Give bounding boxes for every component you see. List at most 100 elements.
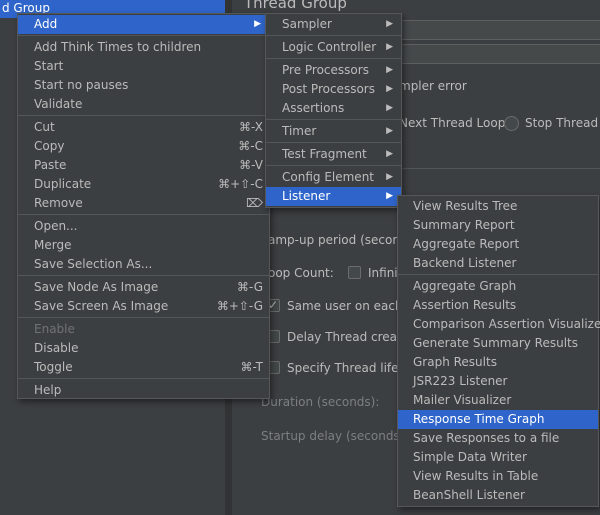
menu-item-duplicate[interactable]: Duplicate ⌘+⇧-C — [18, 175, 269, 194]
menu-item-label: Timer — [282, 124, 317, 138]
menu-item-add-think-times[interactable]: Add Think Times to children — [18, 38, 269, 57]
chevron-right-icon: ▶ — [386, 84, 393, 94]
listener-menu-item[interactable]: View Results in Table — [398, 467, 598, 486]
menu-item-label: Validate — [34, 97, 83, 111]
chevron-right-icon: ▶ — [386, 126, 393, 136]
menu-item-paste[interactable]: Paste ⌘-V — [18, 156, 269, 175]
menu-item-validate[interactable]: Validate — [18, 95, 269, 114]
menu-item-label: View Results in Table — [413, 469, 539, 483]
listener-menu-item[interactable]: BeanShell Listener — [398, 486, 598, 505]
menu-item-open[interactable]: Open... — [18, 217, 269, 236]
infinite-checkbox[interactable] — [348, 266, 361, 279]
comments-field[interactable] — [400, 44, 600, 64]
menu-item-label: View Results Tree — [413, 199, 518, 213]
menu-item-label: Save Screen As Image — [34, 299, 169, 313]
menu-item-cut[interactable]: Cut ⌘-X — [18, 118, 269, 137]
listener-menu-item[interactable]: Response Time Graph — [398, 410, 598, 429]
menu-separator — [398, 274, 598, 275]
listener-menu-item[interactable]: Save Responses to a file — [398, 429, 598, 448]
rampup-label: amp-up period (seconds — [268, 233, 414, 247]
menu-item-assertions[interactable]: Assertions ▶ — [266, 99, 401, 118]
menu-item-add[interactable]: Add ▶ — [18, 15, 269, 34]
listener-menu-item[interactable]: Comparison Assertion Visualizer — [398, 315, 600, 334]
shortcut-label: ⌘-V — [239, 158, 263, 172]
menu-item-remove[interactable]: Remove ⌦ — [18, 194, 269, 213]
menu-item-post-processors[interactable]: Post Processors ▶ — [266, 80, 401, 99]
menu-separator — [18, 35, 269, 36]
menu-item-label: Remove — [34, 196, 83, 210]
menu-item-label: Sampler — [282, 17, 332, 31]
listener-menu-item[interactable]: View Results Tree — [398, 197, 598, 216]
specify-lifetime-label: Specify Thread lifetin — [287, 361, 415, 375]
listener-menu-item[interactable]: Summary Report — [398, 216, 598, 235]
stop-thread-radio[interactable] — [504, 116, 519, 131]
chevron-right-icon: ▶ — [254, 19, 261, 29]
menu-item-sampler[interactable]: Sampler ▶ — [266, 15, 401, 34]
menu-separator — [266, 165, 401, 166]
menu-separator — [18, 115, 269, 116]
menu-item-pre-processors[interactable]: Pre Processors ▶ — [266, 61, 401, 80]
menu-item-merge[interactable]: Merge — [18, 236, 269, 255]
menu-item-label: Paste — [34, 158, 67, 172]
menu-item-label: Save Selection As... — [34, 257, 153, 271]
menu-item-label: Comparison Assertion Visualizer — [413, 317, 600, 331]
menu-item-timer[interactable]: Timer ▶ — [266, 122, 401, 141]
listener-menu-item[interactable]: Aggregate Report — [398, 235, 598, 254]
menu-item-label: Generate Summary Results — [413, 336, 578, 350]
listener-submenu: View Results Tree Summary Report Aggregate… — [397, 195, 600, 507]
menu-item-label: Summary Report — [413, 218, 515, 232]
menu-item-start-no-pauses[interactable]: Start no pauses — [18, 76, 269, 95]
menu-item-label: Assertions — [282, 101, 345, 115]
radio-next-loop-label: Next Thread Loop — [399, 116, 506, 130]
menu-item-label: JSR223 Listener — [413, 374, 508, 388]
menu-item-label: Merge — [34, 238, 72, 252]
menu-item-logic-controller[interactable]: Logic Controller ▶ — [266, 38, 401, 57]
shortcut-label: ⌘+⇧-C — [218, 177, 263, 191]
menu-item-save-node-image[interactable]: Save Node As Image ⌘-G — [18, 278, 269, 297]
menu-item-label: Assertion Results — [413, 298, 517, 312]
menu-item-label: Save Node As Image — [34, 280, 159, 294]
menu-item-label: Toggle — [34, 360, 73, 374]
menu-item-label: Graph Results — [413, 355, 497, 369]
listener-menu-item[interactable]: Aggregate Graph — [398, 277, 598, 296]
chevron-right-icon: ▶ — [386, 65, 393, 75]
menu-item-label: Add — [34, 17, 58, 31]
menu-item-label: Test Fragment — [282, 147, 367, 161]
menu-item-label: Copy — [34, 139, 65, 153]
listener-menu-item[interactable]: Graph Results — [398, 353, 598, 372]
menu-item-label: Open... — [34, 219, 78, 233]
section-divider — [400, 168, 600, 169]
menu-item-listener[interactable]: Listener ▶ — [266, 187, 401, 206]
shortcut-label: ⌘-X — [239, 120, 263, 134]
listener-menu-item[interactable]: JSR223 Listener — [398, 372, 598, 391]
listener-menu-item[interactable]: Mailer Visualizer — [398, 391, 598, 410]
menu-item-copy[interactable]: Copy ⌘-C — [18, 137, 269, 156]
listener-menu-item[interactable]: Assertion Results — [398, 296, 598, 315]
menu-item-help[interactable]: Help — [18, 381, 269, 400]
menu-item-toggle[interactable]: Toggle ⌘-T — [18, 358, 269, 377]
menu-item-config-element[interactable]: Config Element ▶ — [266, 168, 401, 187]
menu-item-label: Pre Processors — [282, 63, 369, 77]
menu-item-label: Aggregate Report — [413, 237, 520, 251]
menu-separator — [266, 58, 401, 59]
menu-separator — [18, 214, 269, 215]
menu-separator — [266, 142, 401, 143]
menu-item-disable[interactable]: Disable — [18, 339, 269, 358]
listener-menu-item[interactable]: Backend Listener — [398, 254, 598, 273]
menu-item-label: Logic Controller — [282, 40, 377, 54]
context-menu: Add ▶ Add Think Times to children Start … — [17, 13, 270, 399]
menu-item-label: Start — [34, 59, 64, 73]
listener-menu-item[interactable]: Generate Summary Results — [398, 334, 598, 353]
menu-separator — [266, 119, 401, 120]
shortcut-label: ⌘-T — [240, 360, 263, 374]
menu-separator — [18, 317, 269, 318]
listener-menu-item[interactable]: Simple Data Writer — [398, 448, 598, 467]
menu-item-label: Disable — [34, 341, 79, 355]
menu-item-test-fragment[interactable]: Test Fragment ▶ — [266, 145, 401, 164]
menu-item-save-screen-image[interactable]: Save Screen As Image ⌘+⇧-G — [18, 297, 269, 316]
menu-item-label: Start no pauses — [34, 78, 129, 92]
menu-item-save-selection[interactable]: Save Selection As... — [18, 255, 269, 274]
delete-key-icon: ⌦ — [246, 196, 263, 210]
name-field[interactable] — [400, 20, 600, 40]
menu-item-start[interactable]: Start — [18, 57, 269, 76]
